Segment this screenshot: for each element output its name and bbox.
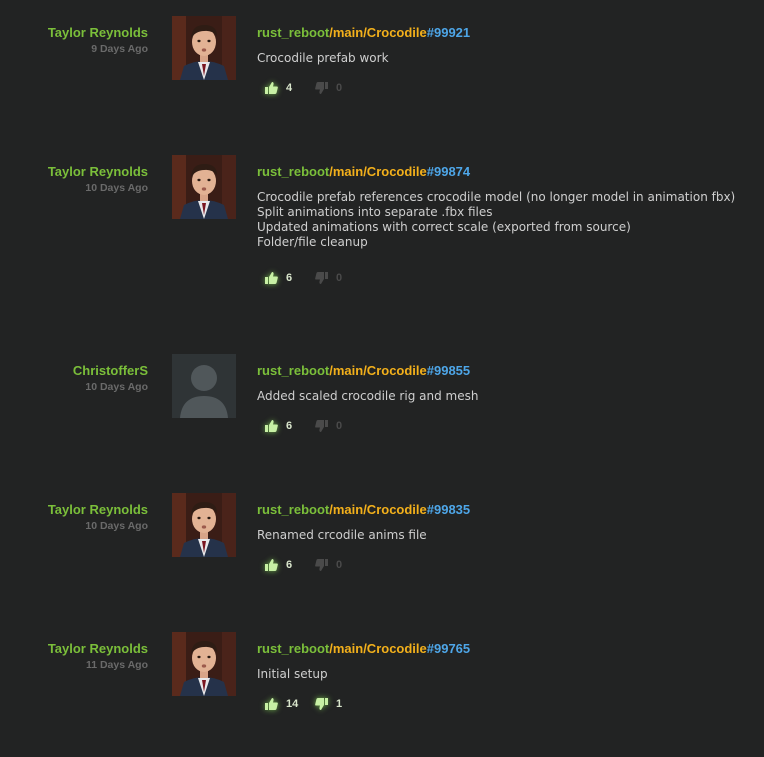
like-button[interactable]: 6: [265, 559, 292, 571]
commit-message: Added scaled crocodile rig and mesh: [257, 389, 737, 404]
dislike-button[interactable]: 0: [315, 420, 342, 432]
commit-meta: ChristofferS 10 Days Ago: [0, 363, 148, 394]
author-link[interactable]: Taylor Reynolds: [0, 25, 148, 41]
thumbs-down-icon: [315, 420, 328, 432]
dislike-button[interactable]: 0: [315, 82, 342, 94]
vote-bar: 6 0: [257, 420, 737, 436]
commit-date: 10 Days Ago: [85, 381, 148, 393]
author-link[interactable]: ChristofferS: [0, 363, 148, 379]
vote-bar: 14 1: [257, 698, 737, 714]
author-avatar[interactable]: [172, 16, 236, 80]
repo-link[interactable]: rust_reboot: [257, 502, 329, 517]
like-count: 4: [286, 82, 293, 94]
branch-link[interactable]: /main/Crocodile: [329, 641, 427, 656]
commit-content: rust_reboot/main/Crocodile#99765 Initial…: [257, 641, 737, 714]
like-count: 6: [286, 420, 293, 432]
commit-message-line: Added scaled crocodile rig and mesh: [257, 389, 479, 403]
branch-link[interactable]: /main/Crocodile: [329, 502, 427, 517]
commit-message-line: Updated animations with correct scale (e…: [257, 220, 631, 234]
commit-ref: rust_reboot/main/Crocodile#99765: [257, 641, 737, 657]
changeset-link[interactable]: #99835: [427, 502, 470, 517]
commit-date: 11 Days Ago: [85, 659, 148, 671]
thumbs-up-icon: [265, 420, 278, 432]
default-avatar-icon[interactable]: [172, 354, 236, 418]
like-button[interactable]: 6: [265, 420, 292, 432]
author-link[interactable]: Taylor Reynolds: [0, 502, 148, 518]
commit-message-line: Folder/file cleanup: [257, 235, 368, 249]
dislike-count: 0: [336, 82, 343, 94]
author-avatar[interactable]: [172, 155, 236, 219]
commit-message-line: Split animations into separate .fbx file…: [257, 205, 493, 219]
thumbs-up-icon: [265, 559, 278, 571]
author-avatar[interactable]: [172, 632, 236, 696]
commit-message: Crocodile prefab work: [257, 51, 737, 66]
dislike-button[interactable]: 1: [315, 698, 342, 710]
commit-meta: Taylor Reynolds 10 Days Ago: [0, 164, 148, 195]
commit-meta: Taylor Reynolds 9 Days Ago: [0, 25, 148, 56]
like-count: 6: [286, 559, 293, 571]
thumbs-up-icon: [265, 698, 278, 710]
vote-bar: 6 0: [257, 272, 737, 288]
thumbs-up-icon: [265, 272, 278, 284]
thumbs-down-icon: [315, 82, 328, 94]
repo-link[interactable]: rust_reboot: [257, 25, 329, 40]
repo-link[interactable]: rust_reboot: [257, 641, 329, 656]
author-link[interactable]: Taylor Reynolds: [0, 641, 148, 657]
commit-ref: rust_reboot/main/Crocodile#99855: [257, 363, 737, 379]
branch-link[interactable]: /main/Crocodile: [329, 363, 427, 378]
thumbs-down-icon: [315, 272, 328, 284]
commit-date: 9 Days Ago: [91, 43, 148, 55]
commit-message-line: Crocodile prefab work: [257, 51, 389, 65]
commit-ref: rust_reboot/main/Crocodile#99921: [257, 25, 737, 41]
branch-link[interactable]: /main/Crocodile: [329, 25, 427, 40]
dislike-button[interactable]: 0: [315, 559, 342, 571]
commit-date: 10 Days Ago: [85, 520, 148, 532]
commit-content: rust_reboot/main/Crocodile#99855 Added s…: [257, 363, 737, 436]
thumbs-up-icon: [265, 82, 278, 94]
like-button[interactable]: 4: [265, 82, 292, 94]
like-button[interactable]: 14: [265, 698, 298, 710]
dislike-count: 0: [336, 559, 343, 571]
commit-message: Renamed crcodile anims file: [257, 528, 737, 543]
thumbs-down-icon: [315, 698, 328, 710]
branch-link[interactable]: /main/Crocodile: [329, 164, 427, 179]
commit-feed: Taylor Reynolds 9 Days Ago rust_reboot/m…: [0, 0, 764, 757]
author-link[interactable]: Taylor Reynolds: [0, 164, 148, 180]
changeset-link[interactable]: #99855: [427, 363, 470, 378]
commit-meta: Taylor Reynolds 11 Days Ago: [0, 641, 148, 672]
vote-bar: 6 0: [257, 559, 737, 575]
changeset-link[interactable]: #99874: [427, 164, 470, 179]
like-button[interactable]: 6: [265, 272, 292, 284]
commit-message-line: Renamed crcodile anims file: [257, 528, 427, 542]
dislike-button[interactable]: 0: [315, 272, 342, 284]
changeset-link[interactable]: #99921: [427, 25, 470, 40]
commit-message: Crocodile prefab references crocodile mo…: [257, 190, 737, 250]
like-count: 6: [286, 272, 293, 284]
commit-ref: rust_reboot/main/Crocodile#99835: [257, 502, 737, 518]
commit-content: rust_reboot/main/Crocodile#99921 Crocodi…: [257, 25, 737, 98]
dislike-count: 0: [336, 272, 343, 284]
commit-message-line: Initial setup: [257, 667, 328, 681]
commit-date: 10 Days Ago: [85, 182, 148, 194]
author-avatar[interactable]: [172, 493, 236, 557]
commit-content: rust_reboot/main/Crocodile#99835 Renamed…: [257, 502, 737, 575]
thumbs-down-icon: [315, 559, 328, 571]
commit-content: rust_reboot/main/Crocodile#99874 Crocodi…: [257, 164, 737, 288]
changeset-link[interactable]: #99765: [427, 641, 470, 656]
dislike-count: 0: [336, 420, 343, 432]
dislike-count: 1: [336, 698, 343, 710]
repo-link[interactable]: rust_reboot: [257, 363, 329, 378]
commit-meta: Taylor Reynolds 10 Days Ago: [0, 502, 148, 533]
commit-message: Initial setup: [257, 667, 737, 682]
commit-message-line: Crocodile prefab references crocodile mo…: [257, 190, 736, 204]
vote-bar: 4 0: [257, 82, 737, 98]
commit-ref: rust_reboot/main/Crocodile#99874: [257, 164, 737, 180]
like-count: 14: [286, 698, 299, 710]
repo-link[interactable]: rust_reboot: [257, 164, 329, 179]
